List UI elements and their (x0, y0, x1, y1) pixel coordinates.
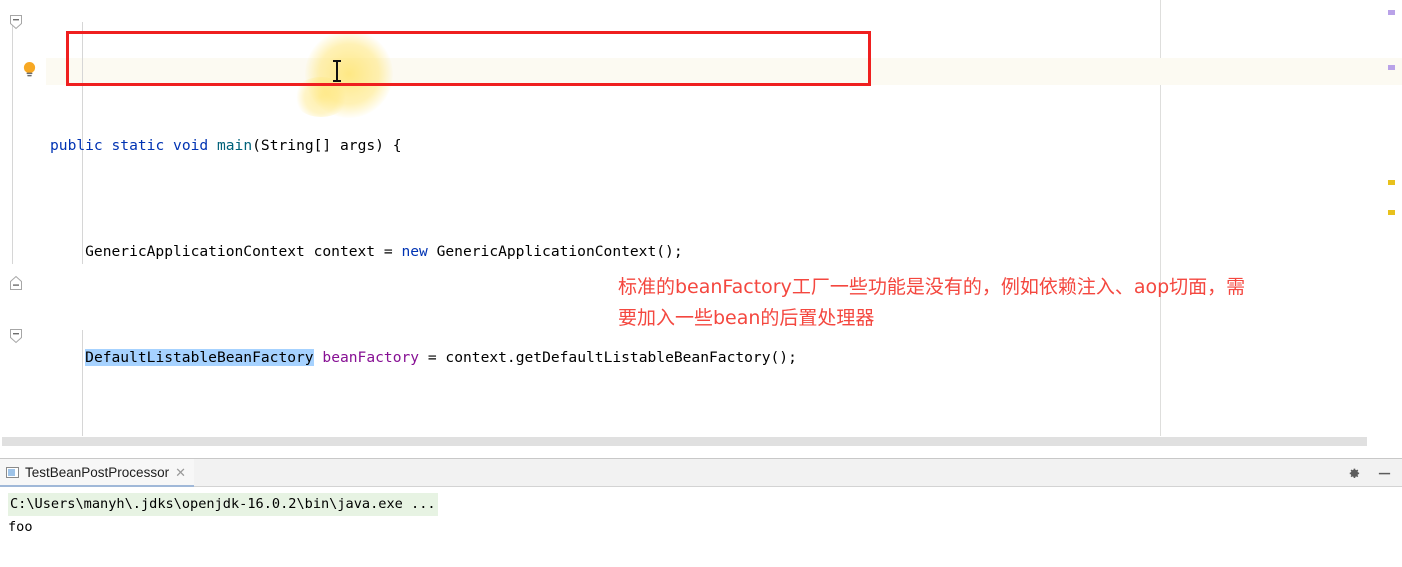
intention-bulb-icon[interactable] (20, 60, 39, 79)
code-text-area[interactable]: public static void main(String[] args) {… (46, 0, 1402, 447)
text-cursor-icon (333, 60, 341, 82)
selected-token[interactable]: DefaultListableBeanFactory (85, 348, 314, 366)
run-configuration-icon (6, 466, 19, 478)
minimize-icon[interactable] (1377, 466, 1392, 481)
annotation-line-2: 要加入一些bean的后置处理器 (618, 307, 875, 329)
console-output-line: C:\Users\manyh\.jdks\openjdk-16.0.2\bin\… (8, 493, 1402, 516)
error-stripe-mark[interactable] (1388, 65, 1395, 70)
code-editor[interactable]: public static void main(String[] args) {… (0, 0, 1402, 447)
gear-icon[interactable] (1346, 466, 1361, 481)
console-output[interactable]: C:\Users\manyh\.jdks\openjdk-16.0.2\bin\… (0, 487, 1402, 567)
console-output-line: foo (8, 519, 33, 535)
console-tab-testbeanpostprocessor[interactable]: TestBeanPostProcessor ✕ (0, 459, 194, 487)
ide-window: public static void main(String[] args) {… (0, 0, 1402, 567)
error-stripe-mark[interactable] (1388, 10, 1395, 15)
run-console-panel: TestBeanPostProcessor ✕ C:\Users\manyh\.… (0, 458, 1402, 567)
fold-connector-line (12, 22, 13, 264)
code-line[interactable]: public static void main(String[] args) { (46, 133, 1402, 160)
code-line[interactable]: GenericApplicationContext context = new … (46, 239, 1402, 266)
console-command-text: C:\Users\manyh\.jdks\openjdk-16.0.2\bin\… (8, 493, 438, 516)
console-tab-label: TestBeanPostProcessor (25, 464, 170, 480)
close-icon[interactable]: ✕ (175, 466, 186, 479)
console-tab-bar: TestBeanPostProcessor ✕ (0, 459, 1402, 487)
error-stripe-mark[interactable] (1388, 180, 1395, 185)
code-line[interactable]: DefaultListableBeanFactory beanFactory =… (46, 345, 1402, 372)
annotation-text: 标准的beanFactory工厂一些功能是没有的，例如依赖注入、aop切面，需 … (618, 272, 1388, 334)
fold-marker-class[interactable] (7, 327, 25, 345)
editor-horizontal-scrollbar[interactable] (0, 436, 1402, 447)
fold-marker-method[interactable] (7, 13, 25, 31)
fold-marker-method-end[interactable] (7, 274, 25, 292)
error-stripe-mark[interactable] (1388, 210, 1395, 215)
annotation-line-1: 标准的beanFactory工厂一些功能是没有的，例如依赖注入、aop切面，需 (618, 276, 1246, 298)
scrollbar-thumb[interactable] (2, 437, 1367, 446)
editor-gutter[interactable] (0, 0, 46, 447)
console-toolbar-right (1346, 459, 1398, 487)
